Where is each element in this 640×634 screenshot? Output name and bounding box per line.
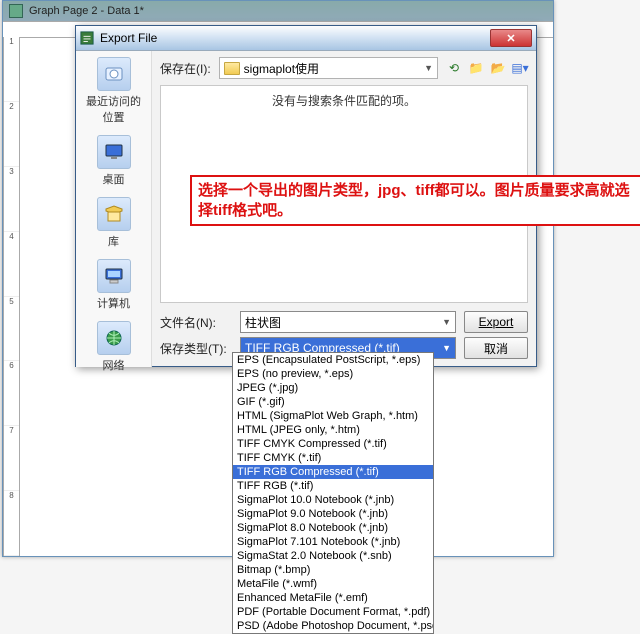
filename-combo[interactable]: 柱状图 ▼ bbox=[240, 311, 456, 333]
filetype-option[interactable]: PSD (Adobe Photoshop Document, *.psd) bbox=[233, 619, 433, 633]
filetype-option[interactable]: SigmaPlot 8.0 Notebook (*.jnb) bbox=[233, 521, 433, 535]
export-button-label: Export bbox=[479, 315, 514, 329]
place-library[interactable]: 库 bbox=[84, 197, 144, 249]
filetype-option[interactable]: EPS (no preview, *.eps) bbox=[233, 367, 433, 381]
filetype-option[interactable]: SigmaPlot 10.0 Notebook (*.jnb) bbox=[233, 493, 433, 507]
graph-page-titlebar: Graph Page 2 - Data 1* bbox=[3, 1, 553, 21]
filetype-option[interactable]: MetaFile (*.wmf) bbox=[233, 577, 433, 591]
filetype-option[interactable]: EPS (Encapsulated PostScript, *.eps) bbox=[233, 353, 433, 367]
filetype-option[interactable]: HTML (SigmaPlot Web Graph, *.htm) bbox=[233, 409, 433, 423]
filetype-option[interactable]: HTML (JPEG only, *.htm) bbox=[233, 423, 433, 437]
export-file-icon bbox=[80, 31, 94, 45]
views-icon[interactable]: ▤▾ bbox=[512, 60, 528, 76]
desktop-icon bbox=[97, 135, 131, 169]
chevron-down-icon: ▼ bbox=[442, 317, 451, 327]
dialog-title: Export File bbox=[100, 31, 490, 45]
place-computer[interactable]: 计算机 bbox=[84, 259, 144, 311]
place-library-label: 库 bbox=[108, 233, 119, 249]
new-folder-icon[interactable]: 📂 bbox=[490, 60, 506, 76]
filetype-option[interactable]: Bitmap (*.bmp) bbox=[233, 563, 433, 577]
filetype-option[interactable]: TIFF CMYK Compressed (*.tif) bbox=[233, 437, 433, 451]
save-in-value: sigmaplot使用 bbox=[244, 60, 319, 77]
save-in-combo[interactable]: sigmaplot使用 ▼ bbox=[219, 57, 438, 79]
filetype-option[interactable]: PDF (Portable Document Format, *.pdf) bbox=[233, 605, 433, 619]
export-button[interactable]: Export bbox=[464, 311, 528, 333]
chevron-down-icon: ▼ bbox=[424, 63, 433, 73]
filename-label: 文件名(N): bbox=[160, 314, 232, 331]
place-computer-label: 计算机 bbox=[97, 295, 130, 311]
save-in-label: 保存在(I): bbox=[160, 60, 211, 77]
empty-message: 没有与搜索条件匹配的项。 bbox=[272, 92, 416, 109]
places-bar: 最近访问的位置 桌面 库 计算机 bbox=[76, 51, 152, 367]
cancel-button-label: 取消 bbox=[484, 340, 508, 357]
filetype-label: 保存类型(T): bbox=[160, 340, 232, 357]
filetype-option[interactable]: SigmaStat 2.0 Notebook (*.snb) bbox=[233, 549, 433, 563]
place-desktop-label: 桌面 bbox=[103, 171, 125, 187]
graph-page-icon bbox=[9, 4, 23, 18]
filetype-option[interactable]: SigmaPlot 7.101 Notebook (*.jnb) bbox=[233, 535, 433, 549]
place-recent[interactable]: 最近访问的位置 bbox=[84, 57, 144, 125]
library-icon bbox=[97, 197, 131, 231]
network-icon bbox=[97, 321, 131, 355]
place-desktop[interactable]: 桌面 bbox=[84, 135, 144, 187]
filetype-option[interactable]: TIFF RGB Compressed (*.tif) bbox=[233, 465, 433, 479]
place-network-label: 网络 bbox=[103, 357, 125, 373]
filetype-dropdown-list[interactable]: EPS (Encapsulated PostScript, *.eps)EPS … bbox=[232, 352, 434, 634]
filename-value: 柱状图 bbox=[245, 314, 281, 331]
close-button[interactable]: ✕ bbox=[490, 29, 532, 47]
filetype-option[interactable]: SigmaPlot 9.0 Notebook (*.jnb) bbox=[233, 507, 433, 521]
ruler-vertical: 12345678 bbox=[3, 37, 20, 556]
back-icon[interactable]: ⟲ bbox=[446, 60, 462, 76]
graph-page-title: Graph Page 2 - Data 1* bbox=[29, 5, 144, 17]
place-network[interactable]: 网络 bbox=[84, 321, 144, 373]
filetype-option[interactable]: GIF (*.gif) bbox=[233, 395, 433, 409]
recent-places-icon bbox=[97, 57, 131, 91]
folder-icon bbox=[224, 62, 240, 75]
up-folder-icon[interactable]: 📁 bbox=[468, 60, 484, 76]
place-recent-label: 最近访问的位置 bbox=[84, 93, 144, 125]
cancel-button[interactable]: 取消 bbox=[464, 337, 528, 359]
filetype-option[interactable]: TIFF RGB (*.tif) bbox=[233, 479, 433, 493]
filetype-option[interactable]: TIFF CMYK (*.tif) bbox=[233, 451, 433, 465]
filetype-option[interactable]: JPEG (*.jpg) bbox=[233, 381, 433, 395]
filetype-option[interactable]: Enhanced MetaFile (*.emf) bbox=[233, 591, 433, 605]
dialog-titlebar[interactable]: Export File ✕ bbox=[76, 26, 536, 51]
chevron-down-icon: ▼ bbox=[442, 343, 451, 353]
annotation-callout: 选择一个导出的图片类型，jpg、tiff都可以。图片质量要求高就选择tiff格式… bbox=[190, 175, 640, 226]
computer-icon bbox=[97, 259, 131, 293]
